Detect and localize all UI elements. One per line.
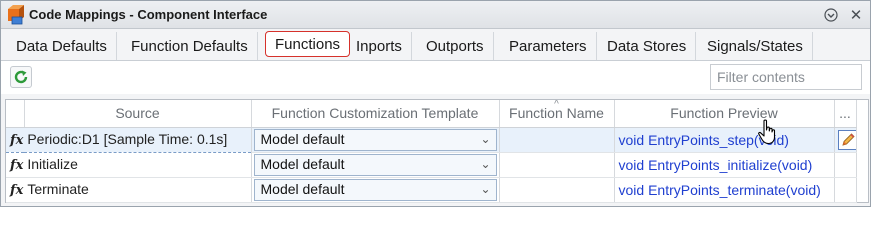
- template-cell[interactable]: Model default ⌄: [251, 152, 500, 178]
- fx-icon: fx: [10, 183, 24, 198]
- function-preview-link[interactable]: void EntryPoints_terminate(void): [615, 182, 821, 198]
- refresh-icon: [14, 70, 28, 84]
- sort-ascending-icon: ^: [554, 100, 559, 110]
- table-row[interactable]: fx Initialize Model default ⌄ void EntryP…: [6, 152, 857, 178]
- tab-functions[interactable]: Functions: [265, 31, 351, 57]
- column-header-source[interactable]: Source: [24, 100, 252, 128]
- tab-strip: Data Defaults Function Defaults Function…: [1, 29, 870, 61]
- edit-cell: [834, 177, 857, 203]
- window-title: Code Mappings - Component Interface: [29, 7, 268, 22]
- tab-inports[interactable]: Inports: [347, 32, 412, 60]
- panel-menu-icon[interactable]: [821, 5, 841, 25]
- column-header-more[interactable]: ...: [834, 100, 857, 128]
- header-spacer: [6, 100, 25, 128]
- edit-cell: [834, 152, 857, 178]
- pencil-icon: [841, 132, 855, 146]
- tab-outports[interactable]: Outports: [417, 32, 494, 60]
- tab-function-defaults[interactable]: Function Defaults: [122, 32, 258, 60]
- title-bar: Code Mappings - Component Interface ✕: [1, 1, 870, 29]
- refresh-button[interactable]: [10, 66, 32, 88]
- source-label: Terminate: [27, 181, 89, 197]
- chevron-down-icon: ⌄: [480, 131, 491, 146]
- filter-contents-input[interactable]: [710, 64, 862, 90]
- column-header-function-name[interactable]: ^ Function Name: [499, 100, 615, 128]
- table-row[interactable]: fx Periodic:D1 [Sample Time: 0.1s] Model …: [6, 126, 857, 153]
- close-icon[interactable]: ✕: [846, 5, 866, 25]
- tab-signals-states[interactable]: Signals/States: [698, 32, 813, 60]
- template-value: Model default: [260, 155, 345, 172]
- code-mappings-window: Code Mappings - Component Interface ✕ Da…: [0, 0, 871, 207]
- source-label: Periodic:D1 [Sample Time: 0.1s]: [27, 131, 228, 147]
- fx-icon: fx: [10, 158, 24, 173]
- template-dropdown[interactable]: Model default ⌄: [253, 153, 497, 176]
- fx-icon: fx: [10, 133, 24, 148]
- template-cell[interactable]: Model default ⌄: [251, 177, 500, 203]
- template-dropdown[interactable]: Model default ⌄: [253, 128, 497, 151]
- tab-parameters[interactable]: Parameters: [500, 32, 597, 60]
- template-value: Model default: [260, 180, 345, 197]
- column-header-function-preview[interactable]: Function Preview: [614, 100, 835, 128]
- function-preview-link[interactable]: void EntryPoints_initialize(void): [615, 157, 813, 173]
- source-cell[interactable]: fx Periodic:D1 [Sample Time: 0.1s]: [6, 126, 252, 153]
- function-name-cell[interactable]: [499, 177, 615, 203]
- edit-button[interactable]: [837, 129, 855, 150]
- template-dropdown[interactable]: Model default ⌄: [253, 178, 497, 201]
- template-cell[interactable]: Model default ⌄: [251, 127, 500, 153]
- toolbar: [1, 61, 870, 94]
- mapping-table: Source Function Customization Template ^…: [5, 99, 869, 203]
- hand-pointer-icon: [757, 119, 779, 145]
- source-cell[interactable]: fx Terminate: [6, 177, 252, 203]
- function-name-cell[interactable]: [499, 127, 615, 153]
- tab-data-stores[interactable]: Data Stores: [598, 32, 697, 60]
- function-preview-cell[interactable]: void EntryPoints_terminate(void): [614, 177, 835, 203]
- column-header-template[interactable]: Function Customization Template: [251, 100, 500, 128]
- function-name-cell[interactable]: [499, 152, 615, 178]
- source-label: Initialize: [27, 156, 78, 172]
- chevron-down-icon: ⌄: [480, 156, 491, 171]
- edit-cell: [834, 127, 857, 153]
- chevron-down-icon: ⌄: [480, 181, 491, 196]
- function-preview-cell[interactable]: void EntryPoints_step(void): [614, 127, 835, 153]
- function-preview-cell[interactable]: void EntryPoints_initialize(void): [614, 152, 835, 178]
- simulink-icon: [5, 4, 27, 26]
- table-row[interactable]: fx Terminate Model default ⌄ void EntryPo…: [6, 177, 857, 203]
- source-cell[interactable]: fx Initialize: [6, 152, 252, 178]
- template-value: Model default: [260, 130, 345, 147]
- table-header: Source Function Customization Template ^…: [6, 100, 857, 128]
- tab-data-defaults[interactable]: Data Defaults: [7, 32, 117, 60]
